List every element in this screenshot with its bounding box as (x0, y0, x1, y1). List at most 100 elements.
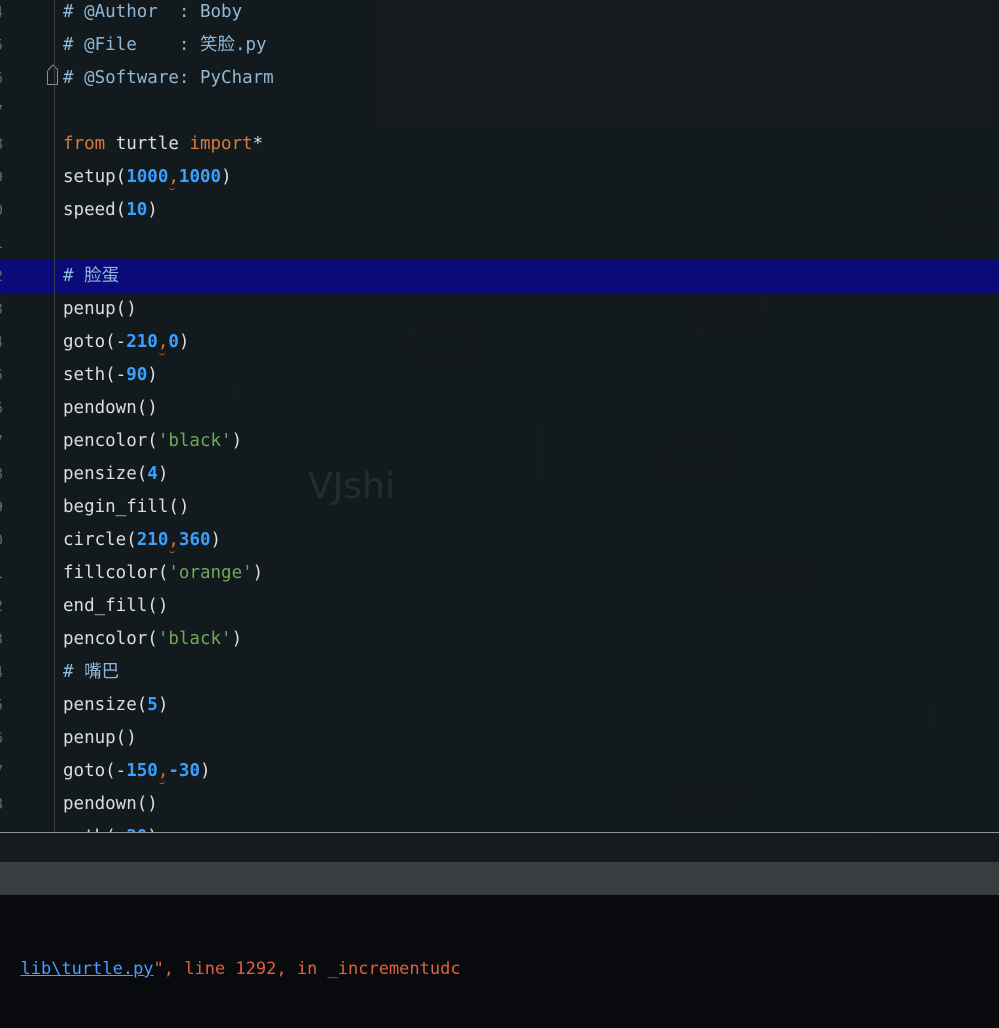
code-token: penup() (63, 728, 137, 748)
code-token: # @File : 笑脸.py (63, 35, 267, 55)
traceback-rest: ", line 1292, in _incrementudc (153, 959, 461, 979)
code-line[interactable]: 7 pencolor('black') (0, 425, 999, 458)
line-number[interactable]: 9 (0, 161, 6, 194)
line-number[interactable]: 9 (0, 491, 6, 524)
code-line[interactable]: 9 seth(-30) (0, 821, 999, 832)
code-line[interactable]: 0 speed(10) (0, 194, 999, 227)
code-line[interactable]: 4 # 嘴巴 (0, 656, 999, 689)
code-line[interactable]: 9 setup(1000,1000) (0, 161, 999, 194)
code-line[interactable]: 5 seth(-90) (0, 359, 999, 392)
line-number[interactable]: 7 (0, 95, 6, 128)
code-token: goto(- (63, 332, 127, 352)
code-token: end_fill() (63, 596, 169, 616)
code-token: , (168, 167, 179, 187)
gutter-separator (54, 0, 55, 832)
code-line[interactable]: 8 pensize(4) (0, 458, 999, 491)
code-text: pencolor('black') (63, 425, 242, 458)
code-token: ) (221, 167, 232, 187)
code-token: pendown() (63, 794, 158, 814)
code-token: * (252, 134, 264, 154)
line-number[interactable]: 5 (0, 359, 6, 392)
code-token: 210 (136, 530, 169, 550)
code-text: pensize(4) (63, 458, 168, 491)
code-line[interactable]: 7 (0, 95, 999, 128)
line-number[interactable]: 2 (0, 260, 6, 293)
code-text: speed(10) (63, 194, 158, 227)
code-line[interactable]: 3 pencolor('black') (0, 623, 999, 656)
code-text: # 脸蛋 (63, 260, 119, 293)
code-line[interactable]: 6 pendown() (0, 392, 999, 425)
code-line[interactable]: 8 from turtle import* (0, 128, 999, 161)
code-line[interactable]: 1 fillcolor('orange') (0, 557, 999, 590)
code-token: circle( (63, 530, 137, 550)
code-token: -30 (168, 761, 200, 781)
code-line[interactable]: 6 penup() (0, 722, 999, 755)
line-number[interactable]: 9 (0, 821, 6, 832)
code-token: from (63, 134, 106, 154)
code-line[interactable]: 2 end_fill() (0, 590, 999, 623)
code-token: turtle (105, 134, 190, 154)
line-number[interactable]: 7 (0, 755, 6, 788)
code-line-current[interactable]: 2 # 脸蛋 (0, 260, 999, 293)
code-token: ) (157, 464, 169, 484)
line-number[interactable]: 5 (0, 29, 6, 62)
code-text: goto(-210,0) (63, 326, 189, 359)
line-number[interactable]: 5 (0, 689, 6, 722)
code-line[interactable]: 4 # @Author : Boby (0, 0, 999, 29)
code-text: goto(-150,-30) (63, 755, 211, 788)
line-number[interactable]: 6 (0, 722, 6, 755)
line-number[interactable]: 6 (0, 392, 6, 425)
code-token: 'black' (157, 629, 232, 649)
code-token: ) (199, 761, 211, 781)
code-line[interactable]: 5 # @File : 笑脸.py (0, 29, 999, 62)
line-number[interactable]: 4 (0, 326, 6, 359)
line-number[interactable]: 1 (0, 227, 6, 260)
code-token: penup() (63, 299, 137, 319)
code-token: 1000 (126, 167, 169, 187)
code-token: 0 (168, 332, 179, 352)
code-line[interactable]: 6 # @Software: PyCharm (0, 62, 999, 95)
code-line[interactable]: 7 goto(-150,-30) (0, 755, 999, 788)
code-text: setup(1000,1000) (63, 161, 232, 194)
code-editor[interactable]: 4 # @Author : Boby 5 # @File : 笑脸.py 6 # @Sof… (0, 0, 999, 832)
code-text: # @Software: PyCharm (63, 62, 274, 95)
code-line[interactable]: 4 goto(-210,0) (0, 326, 999, 359)
line-number[interactable]: 8 (0, 458, 6, 491)
fold-marker-icon[interactable] (47, 71, 58, 85)
line-number[interactable]: 3 (0, 293, 6, 326)
line-number[interactable]: 4 (0, 0, 6, 29)
code-line[interactable]: 0 circle(210,360) (0, 524, 999, 557)
code-line[interactable]: 9 begin_fill() (0, 491, 999, 524)
code-token: import (189, 134, 253, 154)
code-line[interactable]: 8 pendown() (0, 788, 999, 821)
code-text: seth(-30) (63, 821, 158, 832)
code-token: , (168, 530, 179, 550)
code-token: 4 (147, 464, 158, 484)
code-text: penup() (63, 722, 137, 755)
code-text: # @Author : Boby (63, 0, 242, 29)
code-token: pensize( (63, 695, 148, 715)
line-number[interactable]: 7 (0, 425, 6, 458)
line-number[interactable]: 2 (0, 590, 6, 623)
code-text: fillcolor('orange') (63, 557, 263, 590)
line-number[interactable]: 4 (0, 656, 6, 689)
code-line[interactable]: 1 (0, 227, 999, 260)
code-token: begin_fill() (63, 497, 190, 517)
code-token: ) (252, 563, 264, 583)
line-number[interactable]: 1 (0, 557, 6, 590)
file-link[interactable]: lib\turtle.py (20, 959, 153, 979)
line-number[interactable]: 3 (0, 623, 6, 656)
code-token: pendown() (63, 398, 158, 418)
line-number[interactable]: 8 (0, 128, 6, 161)
line-number[interactable]: 0 (0, 194, 6, 227)
code-text: circle(210,360) (63, 524, 221, 557)
code-token: 10 (126, 200, 148, 220)
code-line[interactable]: 5pensize(5) (0, 689, 999, 722)
code-line[interactable]: 3 penup() (0, 293, 999, 326)
run-panel-toolbar (0, 862, 999, 895)
line-number[interactable]: 6 (0, 62, 6, 95)
line-number[interactable]: 0 (0, 524, 6, 557)
code-text: end_fill() (63, 590, 168, 623)
code-text: # 嘴巴 (63, 656, 119, 689)
line-number[interactable]: 8 (0, 788, 6, 821)
